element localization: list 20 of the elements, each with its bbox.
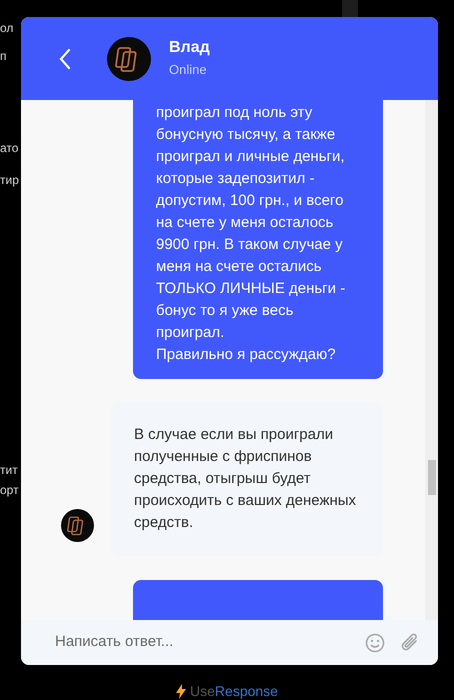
smile-icon[interactable] [365,632,385,652]
contact-name: Влад [169,38,210,58]
contact-status: Online [169,60,208,78]
incoming-message: В случае если вы проиграли полученные с фриспинов средства, отыгрыш будет происходить с ваших денежных средств. [111,402,383,556]
background-panel [342,0,358,17]
back-icon [59,48,71,70]
avatar-icon [107,36,151,80]
reply-input[interactable]: Написать ответ... [55,631,357,654]
background-text: ато [0,140,18,156]
outgoing-message: проиграл под ноль эту бонусную тысячу, а также проиграл и личные деньги, которые задепозитил - допустим, 100 грн., и всего на счете у меня осталось 9900 грн. В таком случае у меня на счете остались ТОЛЬКО ЛИЧНЫЕ деньги - бонус то я уже весь проиграл. Правильно я рассуждаю? [133,100,383,379]
background-text: ол [0,20,14,36]
background-text: орт [0,482,19,498]
background-text: п [0,48,6,64]
background-text: тир [0,172,19,188]
scrollbar[interactable] [425,100,438,620]
lightning-icon [176,684,186,698]
brand-name[interactable]: UseResponse [190,683,278,699]
background-text: тит [0,462,18,478]
reply-field[interactable]: Написать ответ... [21,620,438,665]
avatar-icon [61,509,94,542]
